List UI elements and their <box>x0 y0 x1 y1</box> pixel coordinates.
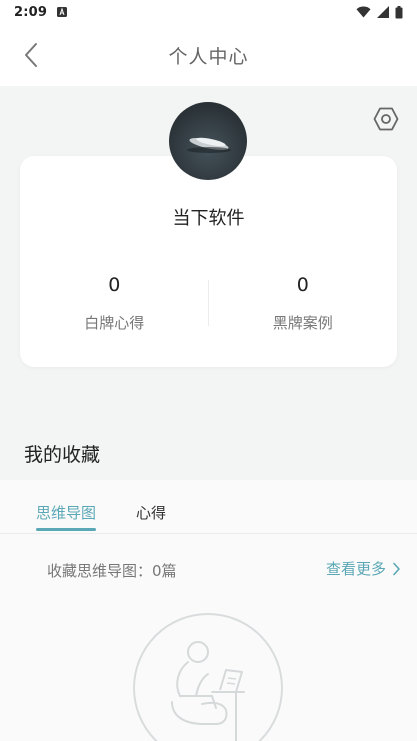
settings-button[interactable] <box>371 104 401 134</box>
tab-label: 思维导图 <box>36 504 97 522</box>
favorites-count: 收藏思维导图：0篇 <box>47 562 177 580</box>
stat-value: 0 <box>296 274 309 296</box>
avatar-image <box>187 137 231 153</box>
notification-a-icon <box>57 7 68 17</box>
wifi-icon <box>356 6 371 18</box>
status-icons <box>356 5 403 19</box>
status-time: 2:09 <box>14 4 48 20</box>
stat-label: 白牌心得 <box>84 314 145 332</box>
chevron-left-icon <box>25 43 37 67</box>
view-more-label: 查看更多 <box>325 560 386 578</box>
chevron-right-icon <box>393 562 400 575</box>
stats-row: 0 白牌心得 0 黑牌案例 <box>20 266 397 346</box>
stat-white-card[interactable]: 0 白牌心得 <box>20 266 209 346</box>
stat-value: 0 <box>108 274 121 296</box>
tab-insights[interactable]: 心得 <box>136 502 166 523</box>
hexagon-settings-icon <box>373 107 399 131</box>
tab-active-indicator <box>36 528 97 531</box>
status-bar: 2:09 <box>0 0 417 24</box>
empty-state-illustration <box>133 613 283 741</box>
favorites-title: 我的收藏 <box>24 444 101 466</box>
avatar[interactable] <box>169 102 247 180</box>
favorites-tabs: 思维导图 心得 <box>0 480 417 534</box>
page-title: 个人中心 <box>168 45 249 68</box>
stat-label: 黑牌案例 <box>272 314 333 332</box>
favorites-list: 收藏思维导图：0篇 查看更多 <box>0 534 417 741</box>
view-more-link[interactable]: 查看更多 <box>326 558 401 579</box>
signal-icon <box>377 6 389 18</box>
profile-area: 当下软件 0 白牌心得 0 黑牌案例 <box>0 86 417 416</box>
app-header: 个人中心 <box>0 24 417 86</box>
username: 当下软件 <box>172 208 245 229</box>
profile-card: 当下软件 0 白牌心得 0 黑牌案例 <box>20 156 397 367</box>
stat-divider <box>208 280 209 326</box>
tab-label: 心得 <box>136 504 167 522</box>
back-button[interactable] <box>16 40 46 70</box>
tab-mind-map[interactable]: 思维导图 <box>36 502 97 531</box>
stat-black-card[interactable]: 0 黑牌案例 <box>209 266 398 346</box>
battery-icon <box>395 5 403 18</box>
